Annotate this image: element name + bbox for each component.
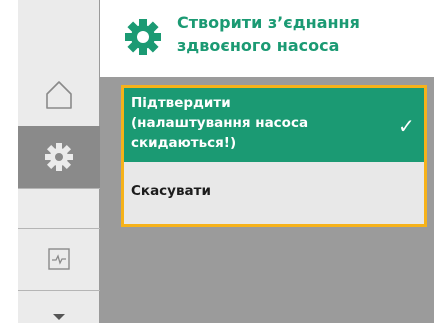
gear-icon: [45, 143, 73, 171]
gear-icon: [125, 19, 161, 55]
confirmation-dialog: Підтвердити (налаштування насоса скидают…: [121, 85, 427, 227]
confirm-label-line: скидаються!): [131, 135, 237, 151]
confirm-label-line: (налаштування насоса: [131, 115, 309, 131]
page-title-line: Створити з’єднання: [177, 13, 360, 32]
sidebar-item-settings[interactable]: [18, 126, 100, 188]
confirm-option[interactable]: Підтвердити (налаштування насоса скидают…: [124, 88, 424, 162]
left-margin: [0, 0, 18, 323]
home-icon: [46, 81, 72, 109]
sidebar-item-diagnostics[interactable]: [18, 228, 100, 290]
navigation-rail: [18, 0, 100, 323]
page-title-line: здвоєного насоса: [177, 36, 340, 55]
cancel-label: Скасувати: [131, 183, 211, 199]
sidebar-item-home[interactable]: [18, 62, 100, 126]
confirm-label-line: Підтвердити: [131, 95, 231, 111]
cancel-option[interactable]: Скасувати: [124, 162, 424, 224]
diagnostics-icon: [48, 248, 70, 270]
rail-divider: [18, 188, 100, 189]
chevron-down-icon[interactable]: [53, 314, 65, 320]
rail-divider: [18, 290, 100, 291]
checkmark-icon: ✓: [398, 114, 415, 138]
page-title: Створити з’єднання здвоєного насоса: [177, 11, 417, 57]
